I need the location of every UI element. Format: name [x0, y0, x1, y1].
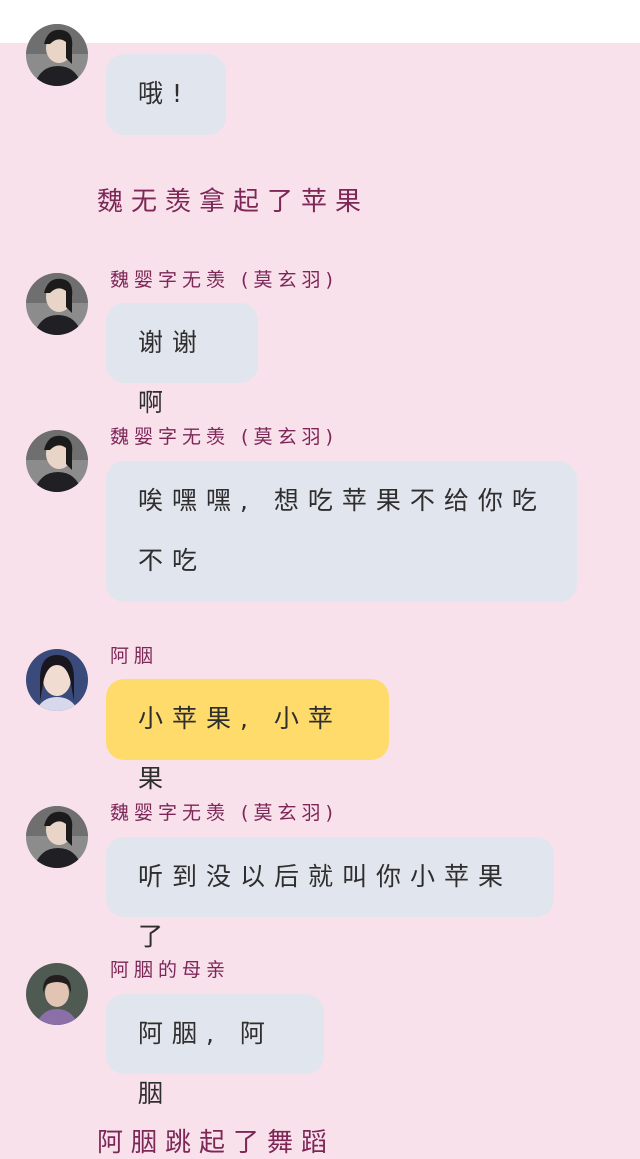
- message-text: 听到没以后就叫你小苹果了: [138, 862, 513, 951]
- avatar[interactable]: [26, 273, 88, 335]
- message-text: 阿胭, 阿胭: [138, 1019, 274, 1108]
- weiying-avatar-icon: [26, 430, 88, 492]
- sender-name: 阿胭的母亲: [110, 959, 231, 981]
- avatar[interactable]: [26, 649, 88, 711]
- message-text: 小苹果, 小苹果: [138, 704, 342, 793]
- weiying-avatar-icon: [26, 273, 88, 335]
- message-bubble[interactable]: 小苹果, 小苹果: [106, 679, 389, 793]
- avatar[interactable]: [26, 963, 88, 1025]
- avatar[interactable]: [26, 24, 88, 86]
- ayan-mother-avatar-icon: [26, 963, 88, 1025]
- avatar[interactable]: [26, 430, 88, 492]
- sender-name: 魏婴字无羡 (莫玄羽): [110, 802, 338, 824]
- avatar[interactable]: [26, 806, 88, 868]
- chat-list[interactable]: 哦! 魏无羡拿起了苹果 魏婴字无羡 (莫玄羽) 谢谢啊 魏婴字无羡 (莫玄羽) …: [0, 0, 640, 1158]
- message-bubble[interactable]: 谢谢啊: [106, 303, 258, 417]
- ayan-avatar-icon: [26, 649, 88, 711]
- sender-name: 阿胭: [110, 645, 159, 667]
- message-bubble[interactable]: 哦!: [106, 54, 226, 135]
- weiying-avatar-icon: [26, 806, 88, 868]
- narration-text: 魏无羡拿起了苹果: [97, 187, 370, 217]
- weiying-avatar-icon: [26, 24, 88, 86]
- message-text: 哦!: [138, 79, 192, 108]
- message-text: 谢谢啊: [138, 328, 207, 417]
- narration-text: 阿胭跳起了舞蹈: [97, 1128, 336, 1158]
- sender-name: 魏婴字无羡 (莫玄羽): [110, 426, 338, 448]
- message-bubble[interactable]: 阿胭, 阿胭: [106, 994, 324, 1108]
- sender-name: 魏婴字无羡 (莫玄羽): [110, 269, 338, 291]
- message-bubble[interactable]: 唉嘿嘿, 想吃苹果不给你吃 不吃: [106, 461, 577, 602]
- message-text: 唉嘿嘿, 想吃苹果不给你吃 不吃: [138, 486, 546, 575]
- message-bubble[interactable]: 听到没以后就叫你小苹果了: [106, 837, 554, 951]
